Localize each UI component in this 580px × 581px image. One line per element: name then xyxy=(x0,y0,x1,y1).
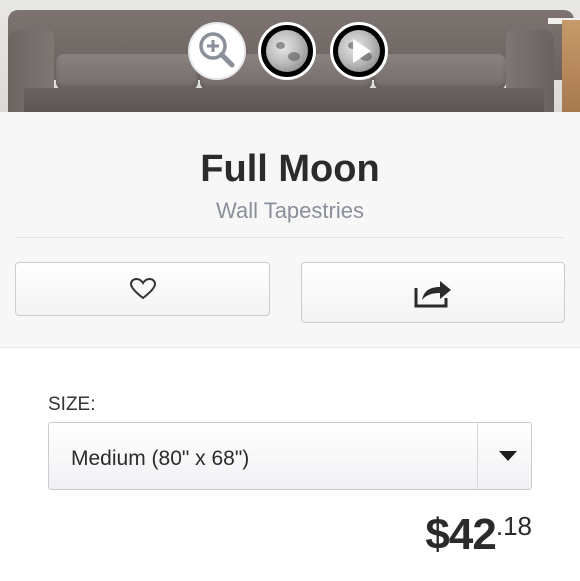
heart-icon xyxy=(129,278,156,300)
size-select[interactable]: Medium (80" x 68") xyxy=(48,422,532,490)
product-preview xyxy=(0,0,580,112)
image-thumbnail[interactable] xyxy=(258,22,316,80)
price-cents: .18 xyxy=(495,511,532,541)
divider xyxy=(16,237,564,238)
play-icon xyxy=(353,39,371,63)
zoom-in-icon xyxy=(199,32,235,68)
video-thumbnail[interactable] xyxy=(330,22,388,80)
sofa-cushion xyxy=(56,54,198,90)
sofa-cushion xyxy=(374,54,506,90)
size-select-value: Medium (80" x 68") xyxy=(71,447,250,470)
sofa-base xyxy=(24,88,544,112)
share-icon xyxy=(414,280,451,307)
chevron-down-icon[interactable] xyxy=(499,451,517,461)
moon-icon xyxy=(266,30,308,72)
price: $42.18 xyxy=(425,510,532,560)
zoom-button[interactable] xyxy=(188,22,246,80)
price-main: $42 xyxy=(425,510,496,559)
favorite-button[interactable] xyxy=(15,262,270,316)
share-button[interactable] xyxy=(301,262,565,323)
product-title: Full Moon xyxy=(200,148,380,190)
select-divider xyxy=(477,423,478,489)
side-table xyxy=(562,20,580,112)
product-category[interactable]: Wall Tapestries xyxy=(0,198,580,224)
size-label: SIZE: xyxy=(48,394,96,415)
